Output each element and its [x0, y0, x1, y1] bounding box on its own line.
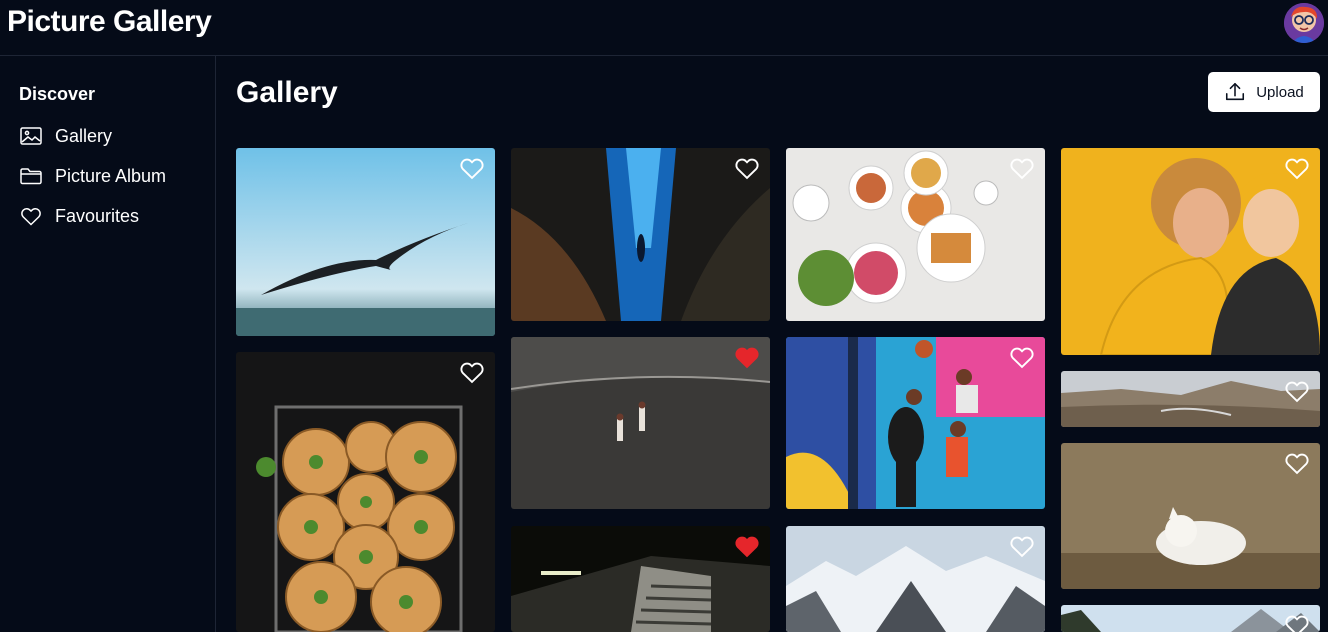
bread-rolls-photo	[236, 352, 495, 632]
photo-card[interactable]	[511, 148, 770, 321]
sidebar-item-label: Favourites	[55, 205, 140, 226]
photo-card[interactable]	[236, 352, 495, 632]
photo-card[interactable]	[236, 148, 495, 336]
favourite-heart-icon[interactable]	[1007, 532, 1037, 560]
sidebar: Discover Gallery Picture Album Favourite…	[0, 56, 216, 632]
page-title: Gallery	[236, 76, 338, 109]
photo-card[interactable]	[511, 526, 770, 632]
upload-button-label: Upload	[1256, 83, 1304, 101]
favourite-heart-icon[interactable]	[1282, 449, 1312, 477]
image-icon	[20, 127, 42, 145]
sidebar-heading: Discover	[19, 84, 96, 104]
favourite-heart-icon[interactable]	[1282, 611, 1312, 632]
favourite-heart-icon[interactable]	[1282, 377, 1312, 405]
photo-card[interactable]	[1061, 443, 1320, 589]
favourite-heart-icon[interactable]	[732, 154, 762, 182]
photo-card[interactable]	[1061, 605, 1320, 632]
favourite-heart-icon[interactable]	[457, 358, 487, 386]
sidebar-item-gallery[interactable]: Gallery	[19, 122, 209, 150]
avatar-image	[1284, 3, 1324, 43]
photo-card[interactable]	[1061, 148, 1320, 355]
folder-icon	[20, 168, 42, 185]
heart-icon	[21, 208, 41, 226]
sidebar-item-label: Gallery	[55, 125, 113, 146]
favourite-heart-icon-filled[interactable]	[732, 343, 762, 371]
photo-card[interactable]	[786, 148, 1045, 321]
top-bar: Picture Gallery	[0, 0, 1328, 56]
favourite-heart-icon[interactable]	[1007, 343, 1037, 371]
photo-card[interactable]	[786, 526, 1045, 632]
upload-icon	[1226, 82, 1245, 101]
upload-button[interactable]: Upload	[1208, 72, 1320, 112]
favourite-heart-icon[interactable]	[1007, 154, 1037, 182]
photo-card[interactable]	[511, 337, 770, 509]
photo-card[interactable]	[786, 337, 1045, 509]
photo-card[interactable]	[1061, 371, 1320, 427]
favourite-heart-icon[interactable]	[1282, 154, 1312, 182]
favourite-heart-icon-filled[interactable]	[732, 532, 762, 560]
sidebar-item-favourites[interactable]: Favourites	[19, 202, 209, 230]
app-title: Picture Gallery	[7, 5, 212, 38]
avatar[interactable]	[1284, 3, 1324, 43]
favourite-heart-icon[interactable]	[457, 154, 487, 182]
sidebar-item-picture-album[interactable]: Picture Album	[19, 162, 209, 190]
sidebar-item-label: Picture Album	[55, 165, 167, 186]
